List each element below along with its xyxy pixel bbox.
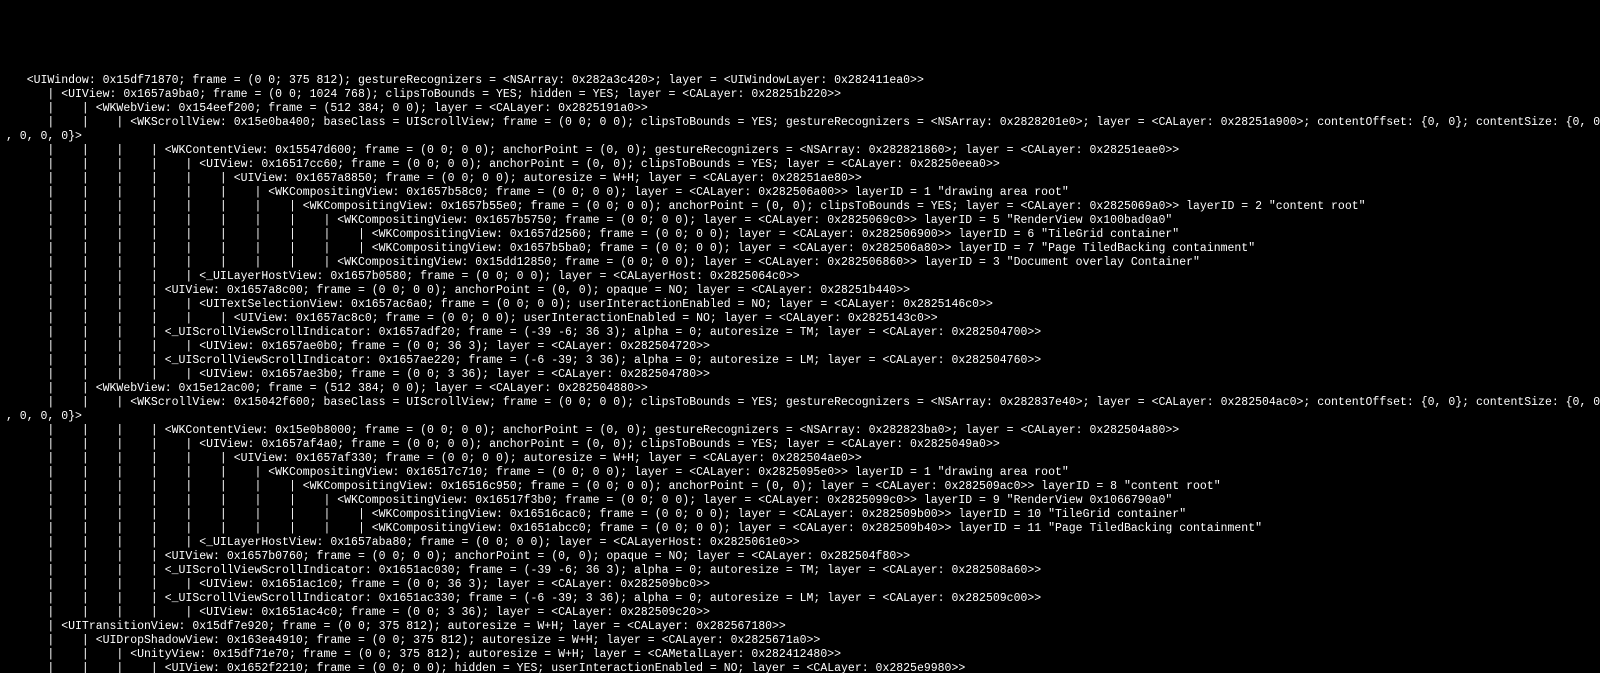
log-line: | | | <UnityView: 0x15df71e70; frame = (… xyxy=(6,648,1594,662)
log-line: | | | | | | | | | | <WKCompositingView: … xyxy=(6,508,1594,522)
log-line: | | | <WKScrollView: 0x15042f600; baseCl… xyxy=(6,396,1594,410)
log-line: | <UITransitionView: 0x15df7e920; frame … xyxy=(6,620,1594,634)
log-line: | | | | | <UIView: 0x1651ac1c0; frame = … xyxy=(6,578,1594,592)
log-line: | | | | <_UIScrollViewScrollIndicator: 0… xyxy=(6,326,1594,340)
log-line: | <UIView: 0x1657a9ba0; frame = (0 0; 10… xyxy=(6,88,1594,102)
log-line-wrap: , 0, 0, 0}> xyxy=(6,410,1594,424)
log-line: | | | | | | | | | <WKCompositingView: 0x… xyxy=(6,494,1594,508)
log-line: | | | | <_UIScrollViewScrollIndicator: 0… xyxy=(6,564,1594,578)
log-line: | | | | | | | | | <WKCompositingView: 0x… xyxy=(6,214,1594,228)
log-line: | | | | | | | | | | <WKCompositingView: … xyxy=(6,522,1594,536)
log-line: | | | | <_UIScrollViewScrollIndicator: 0… xyxy=(6,354,1594,368)
console-output: <UIWindow: 0x15df71870; frame = (0 0; 37… xyxy=(0,70,1600,673)
log-line: | | | | | | | | | | <WKCompositingView: … xyxy=(6,228,1594,242)
log-line: | | | | | | | <WKCompositingView: 0x1657… xyxy=(6,186,1594,200)
log-line: | | | | <UIView: 0x1657a8c00; frame = (0… xyxy=(6,284,1594,298)
log-line: | | | | | | | | <WKCompositingView: 0x16… xyxy=(6,480,1594,494)
log-line: | | | | | | <UIView: 0x1657ac8c0; frame … xyxy=(6,312,1594,326)
log-line: | | | | | | | | | | <WKCompositingView: … xyxy=(6,242,1594,256)
log-line: | | | | | <UIView: 0x1657ae3b0; frame = … xyxy=(6,368,1594,382)
log-line: | | | | | | | | | <WKCompositingView: 0x… xyxy=(6,256,1594,270)
log-line: | | <WKWebView: 0x154eef200; frame = (51… xyxy=(6,102,1594,116)
log-line: | | | | | <_UILayerHostView: 0x1657aba80… xyxy=(6,536,1594,550)
log-line-wrap: , 0, 0, 0}> xyxy=(6,130,1594,144)
log-line: | | | | | <UITextSelectionView: 0x1657ac… xyxy=(6,298,1594,312)
log-line: | | | | | | <UIView: 0x1657af330; frame … xyxy=(6,452,1594,466)
log-line: | | | | <_UIScrollViewScrollIndicator: 0… xyxy=(6,592,1594,606)
log-line: | | | | | <UIView: 0x16517cc60; frame = … xyxy=(6,158,1594,172)
log-line: | | | | | <_UILayerHostView: 0x1657b0580… xyxy=(6,270,1594,284)
log-line: | | | | | <UIView: 0x1657ae0b0; frame = … xyxy=(6,340,1594,354)
log-line: | | | | <WKContentView: 0x15547d600; fra… xyxy=(6,144,1594,158)
log-line: | | | | | <UIView: 0x1651ac4c0; frame = … xyxy=(6,606,1594,620)
log-line: | | <WKWebView: 0x15e12ac00; frame = (51… xyxy=(6,382,1594,396)
log-line: | | | | <UIView: 0x1657b0760; frame = (0… xyxy=(6,550,1594,564)
log-line: | | | | | | | | <WKCompositingView: 0x16… xyxy=(6,200,1594,214)
log-line: | | | | <UIView: 0x1652f2210; frame = (0… xyxy=(6,662,1594,673)
log-line: | | | <WKScrollView: 0x15e0ba400; baseCl… xyxy=(6,116,1594,130)
log-line: <UIWindow: 0x15df71870; frame = (0 0; 37… xyxy=(6,74,1594,88)
log-line: | | | | <WKContentView: 0x15e0b8000; fra… xyxy=(6,424,1594,438)
log-line: | | | | | | <UIView: 0x1657a8850; frame … xyxy=(6,172,1594,186)
log-line: | | | | | <UIView: 0x1657af4a0; frame = … xyxy=(6,438,1594,452)
log-line: | | <UIDropShadowView: 0x163ea4910; fram… xyxy=(6,634,1594,648)
log-line: | | | | | | | <WKCompositingView: 0x1651… xyxy=(6,466,1594,480)
